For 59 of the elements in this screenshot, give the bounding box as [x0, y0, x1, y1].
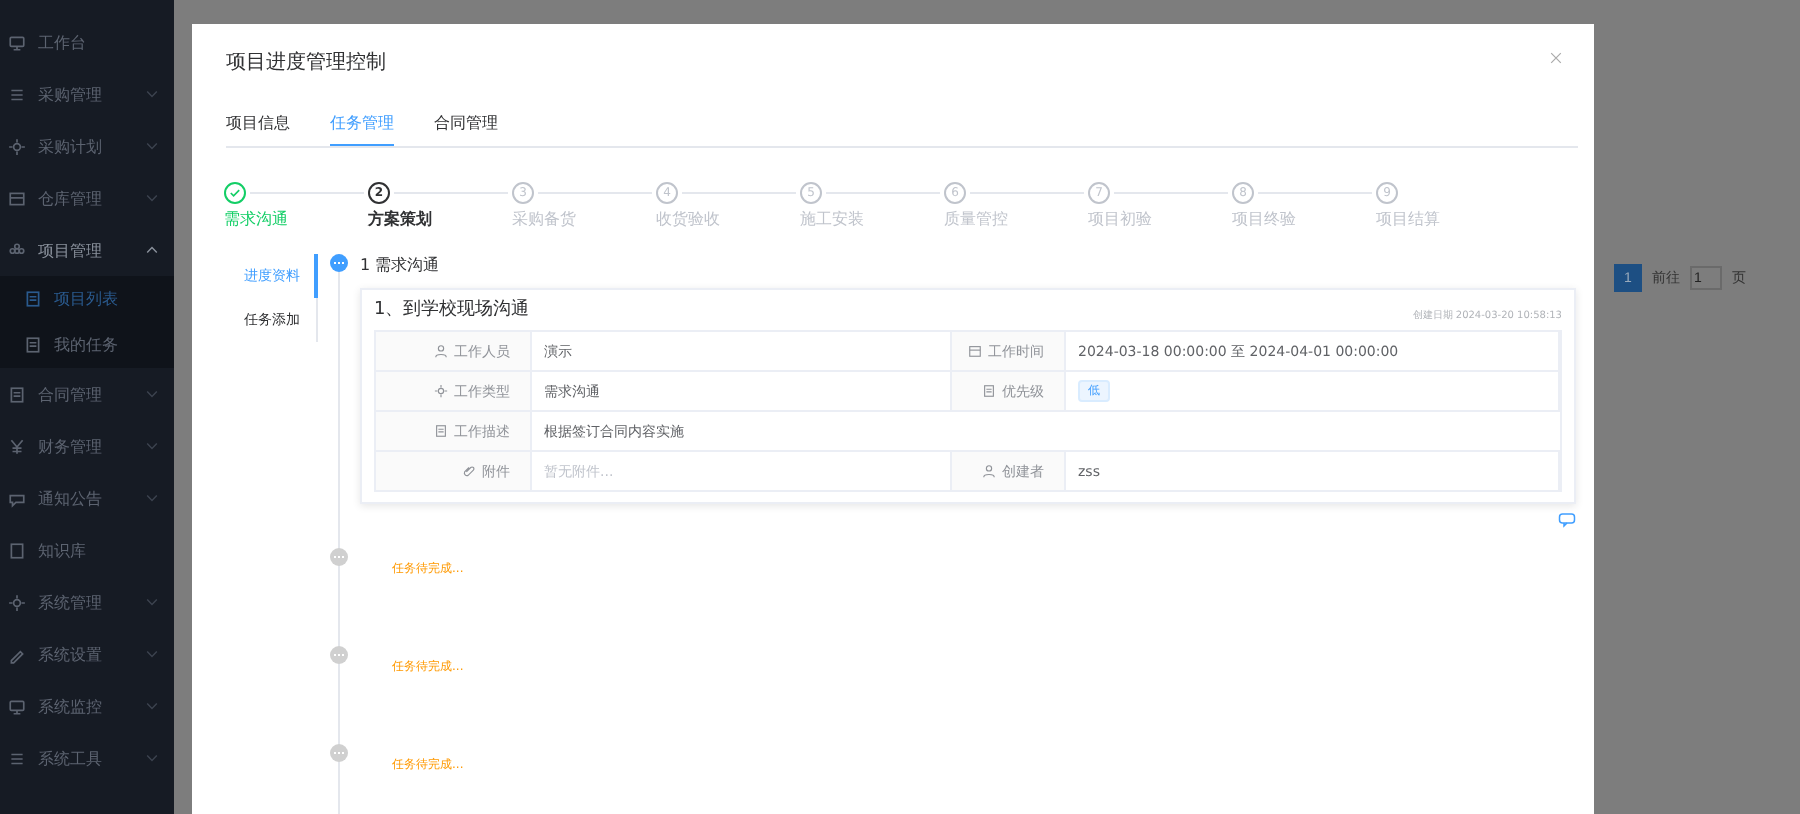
- document-icon: [24, 290, 42, 308]
- gear-icon: [8, 593, 26, 611]
- monitor-icon: [8, 33, 26, 51]
- sidebar-menu-item[interactable]: 系统设置: [0, 628, 174, 680]
- timeline-dot-icon: [330, 646, 348, 664]
- step-label: 项目初验: [1088, 208, 1154, 230]
- sidebar-menu-item[interactable]: 项目管理: [0, 224, 174, 276]
- list-icon: [8, 749, 26, 767]
- sidebar-submenu-item[interactable]: 我的任务: [0, 322, 174, 368]
- pen-icon: [8, 645, 26, 663]
- timeline-dot-icon: [330, 744, 348, 762]
- sidebar-menu-item[interactable]: 合同管理: [0, 368, 174, 420]
- sidebar-menu-item[interactable]: 系统工具: [0, 732, 174, 784]
- paperclip-icon: [462, 464, 476, 478]
- sidebar-menu-item[interactable]: 财务管理: [0, 420, 174, 472]
- sidebar-menu-item[interactable]: 系统监控: [0, 680, 174, 732]
- flower-icon: [8, 241, 26, 259]
- timeline-dot-icon: [330, 548, 348, 566]
- stage-title: 1 需求沟通: [360, 254, 442, 276]
- step-label: 采购备货: [512, 208, 578, 230]
- document-icon: [434, 424, 448, 438]
- yen-icon: [8, 437, 26, 455]
- tab[interactable]: 任务管理: [330, 106, 394, 146]
- sidebar-menu-item[interactable]: 工作台: [0, 16, 174, 68]
- sidebar-menu-item[interactable]: 通知公告: [0, 472, 174, 524]
- sidebar-submenu-item[interactable]: 项目列表: [0, 276, 174, 322]
- step-label: 方案策划: [368, 208, 434, 230]
- comment-icon[interactable]: [1558, 512, 1576, 528]
- step-label: 质量管控: [944, 208, 1010, 230]
- step-label: 收货验收: [656, 208, 722, 230]
- modal-title: 项目进度管理控制: [226, 49, 386, 76]
- document-icon: [982, 384, 996, 398]
- box-icon: [8, 189, 26, 207]
- chat-icon: [8, 489, 26, 507]
- sidebar-menu-item[interactable]: 采购管理: [0, 68, 174, 120]
- gear-icon: [434, 384, 448, 398]
- tab[interactable]: 合同管理: [434, 106, 498, 146]
- user-icon: [982, 464, 996, 478]
- step-label: 项目终验: [1232, 208, 1298, 230]
- close-icon[interactable]: [1550, 52, 1562, 64]
- sidebar-menu-item[interactable]: 系统管理: [0, 576, 174, 628]
- check-circle-icon: [224, 181, 246, 203]
- document-icon: [8, 385, 26, 403]
- step-label: 项目结算: [1376, 208, 1442, 230]
- tab[interactable]: 项目信息: [226, 106, 290, 146]
- document-icon: [24, 336, 42, 354]
- list-icon: [8, 85, 26, 103]
- step-label: 施工安装: [800, 208, 866, 230]
- calendar-icon: [968, 344, 982, 358]
- monitor-icon: [8, 697, 26, 715]
- gear-icon: [8, 137, 26, 155]
- user-icon: [434, 344, 448, 358]
- task-title: 1、到学校现场沟通: [374, 297, 530, 322]
- sidebar-menu-item[interactable]: 仓库管理: [0, 172, 174, 224]
- sidebar-menu-item[interactable]: 采购计划: [0, 120, 174, 172]
- sidebar-menu-item[interactable]: 知识库: [0, 524, 174, 576]
- timeline-dot-icon: [330, 254, 348, 272]
- step-label: 需求沟通: [224, 208, 290, 230]
- book-icon: [8, 541, 26, 559]
